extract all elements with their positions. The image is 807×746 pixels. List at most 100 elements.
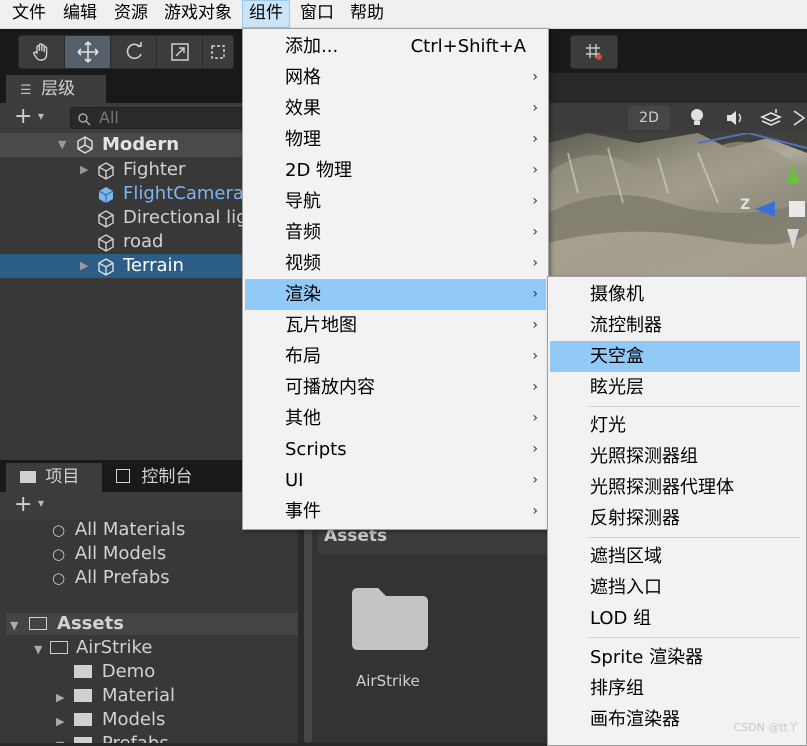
- tree-item-material[interactable]: ▶ Material: [56, 684, 175, 708]
- tree-label: Prefabs: [102, 733, 169, 743]
- chevron-right-icon: ›: [532, 224, 538, 240]
- tab-project[interactable]: 项目: [6, 463, 102, 492]
- expand-arrow-icon[interactable]: ▼: [56, 739, 64, 743]
- collapsed-arrow-icon[interactable]: ▶: [80, 254, 88, 278]
- hierarchy-item-terrain[interactable]: ▶ Terrain: [0, 254, 242, 278]
- hierarchy-search[interactable]: All: [70, 107, 242, 129]
- submenu-item-reflection-probe[interactable]: 反射探测器: [550, 503, 800, 534]
- scrollbar[interactable]: [304, 524, 312, 743]
- audio-icon[interactable]: [724, 108, 746, 132]
- menu-help[interactable]: 帮助: [344, 0, 390, 28]
- menu-item-tilemap[interactable]: 瓦片地图 ›: [245, 310, 546, 341]
- item-label: 2D 物理: [285, 160, 353, 181]
- menu-item-scripts[interactable]: Scripts ›: [245, 434, 546, 465]
- tree-label: Demo: [101, 661, 156, 682]
- expand-arrow-icon[interactable]: ▼: [10, 619, 18, 632]
- search-placeholder: All: [99, 108, 119, 127]
- submenu-item-light[interactable]: 灯光: [550, 410, 800, 441]
- submenu-item-streaming-controller[interactable]: 流控制器: [550, 310, 800, 341]
- expand-arrow-icon[interactable]: ▼: [34, 643, 42, 656]
- tree-label: AirStrike: [75, 637, 153, 658]
- tab-console[interactable]: 控制台: [116, 463, 192, 492]
- folder-icon[interactable]: [350, 586, 430, 652]
- menu-assets[interactable]: 资源: [108, 0, 154, 28]
- menu-item-ui[interactable]: UI ›: [245, 465, 546, 496]
- gameobject-cube-icon: [98, 210, 114, 228]
- chevron-right-icon: ›: [532, 503, 538, 519]
- hierarchy-item-road[interactable]: road: [0, 230, 242, 254]
- menu-item-rendering[interactable]: 渲染 ›: [245, 279, 546, 310]
- menu-item-audio[interactable]: 音频 ›: [245, 217, 546, 248]
- rect-tool-icon[interactable]: [203, 36, 233, 68]
- orientation-gizmo-icon[interactable]: [753, 161, 807, 251]
- add-icon[interactable]: +: [14, 105, 32, 129]
- hierarchy-item-fighter[interactable]: ▶ Fighter: [0, 158, 242, 182]
- submenu-item-light-probe-proxy-volume[interactable]: 光照探测器代理体: [550, 472, 800, 503]
- collapsed-arrow-icon[interactable]: ▶: [56, 715, 64, 728]
- item-label: 网格: [285, 67, 321, 88]
- menu-item-event[interactable]: 事件 ›: [245, 496, 546, 527]
- menu-item-miscellaneous[interactable]: 其他 ›: [245, 403, 546, 434]
- hierarchy-item-directional-light[interactable]: Directional light: [0, 206, 242, 230]
- chevron-down-icon[interactable]: ▾: [38, 109, 44, 123]
- menu-item-effects[interactable]: 效果 ›: [245, 93, 546, 124]
- submenu-item-camera[interactable]: 摄像机: [550, 279, 800, 310]
- add-icon[interactable]: +: [14, 492, 32, 518]
- item-label: UI: [285, 470, 304, 491]
- submenu-item-flare-layer[interactable]: 眩光层: [550, 372, 800, 403]
- hand-tool-icon[interactable]: [19, 36, 65, 68]
- menu-item-playables[interactable]: 可播放内容 ›: [245, 372, 546, 403]
- favorite-all-prefabs[interactable]: ○ All Prefabs: [52, 566, 170, 590]
- unity-scene-icon: [77, 136, 93, 154]
- lighting-icon[interactable]: [688, 107, 706, 133]
- hierarchy-item-flightcamera[interactable]: FlightCamera: [0, 182, 242, 206]
- item-label: 眩光层: [590, 377, 644, 398]
- scene-viewport[interactable]: Z: [548, 133, 807, 278]
- hierarchy-list: ▼ Modern ▶ Fighter FlightCamera Directio…: [0, 133, 242, 460]
- project-tree: ○ All Materials ○ All Models ○ All Prefa…: [0, 518, 298, 743]
- favorite-all-materials[interactable]: ○ All Materials: [52, 518, 185, 542]
- menu-item-navigation[interactable]: 导航 ›: [245, 186, 546, 217]
- tab-hierarchy[interactable]: ☰ 层级: [6, 75, 106, 103]
- collapsed-arrow-icon[interactable]: ▶: [80, 158, 88, 182]
- menu-item-physics[interactable]: 物理 ›: [245, 124, 546, 155]
- chevron-down-icon[interactable]: ▾: [38, 496, 44, 510]
- tree-item-models[interactable]: ▶ Models: [56, 708, 165, 732]
- submenu-item-occlusion-portal[interactable]: 遮挡入口: [550, 572, 800, 603]
- assets-root[interactable]: ▼ Assets: [10, 612, 124, 636]
- menu-item-video[interactable]: 视频 ›: [245, 248, 546, 279]
- menu-item-layout[interactable]: 布局 ›: [245, 341, 546, 372]
- assets-content: Assets AirStrike: [298, 520, 548, 743]
- submenu-item-sprite-renderer[interactable]: Sprite 渲染器: [550, 642, 800, 673]
- menu-gameobject[interactable]: 游戏对象: [158, 0, 238, 28]
- submenu-item-occlusion-area[interactable]: 遮挡区域: [550, 541, 800, 572]
- gameobject-cube-icon: [98, 258, 114, 276]
- tree-item-prefabs[interactable]: ▼ Prefabs: [56, 732, 169, 743]
- menu-item-physics-2d[interactable]: 2D 物理 ›: [245, 155, 546, 186]
- collapsed-arrow-icon[interactable]: ▶: [56, 691, 64, 704]
- menu-file[interactable]: 文件: [6, 0, 52, 28]
- menu-item-mesh[interactable]: 网格 ›: [245, 62, 546, 93]
- menu-window[interactable]: 窗口: [294, 0, 340, 28]
- menu-item-add[interactable]: 添加... Ctrl+Shift+A: [245, 31, 546, 62]
- rotate-tool-icon[interactable]: [111, 36, 157, 68]
- chevron-right-icon: ›: [532, 69, 538, 85]
- more-icon[interactable]: [792, 109, 806, 131]
- submenu-item-lod-group[interactable]: LOD 组: [550, 603, 800, 634]
- item-label: 流控制器: [590, 315, 662, 336]
- submenu-item-light-probe-group[interactable]: 光照探测器组: [550, 441, 800, 472]
- grid-snap-icon[interactable]: [571, 36, 617, 68]
- expand-arrow-icon[interactable]: ▼: [58, 133, 66, 157]
- menu-component[interactable]: 组件: [242, 0, 290, 28]
- move-tool-icon[interactable]: [65, 36, 111, 68]
- scale-tool-icon[interactable]: [157, 36, 203, 68]
- tree-item-airstrike[interactable]: ▼ AirStrike: [34, 636, 152, 660]
- 2d-toggle-button[interactable]: 2D: [628, 106, 670, 130]
- scene-row-modern[interactable]: ▼ Modern: [0, 133, 242, 157]
- menu-edit[interactable]: 编辑: [57, 0, 103, 28]
- tree-item-demo[interactable]: Demo: [74, 660, 155, 684]
- submenu-item-sorting-group[interactable]: 排序组: [550, 673, 800, 704]
- submenu-item-skybox[interactable]: 天空盒: [550, 341, 800, 372]
- effects-icon[interactable]: [760, 107, 782, 133]
- favorite-all-models[interactable]: ○ All Models: [52, 542, 166, 566]
